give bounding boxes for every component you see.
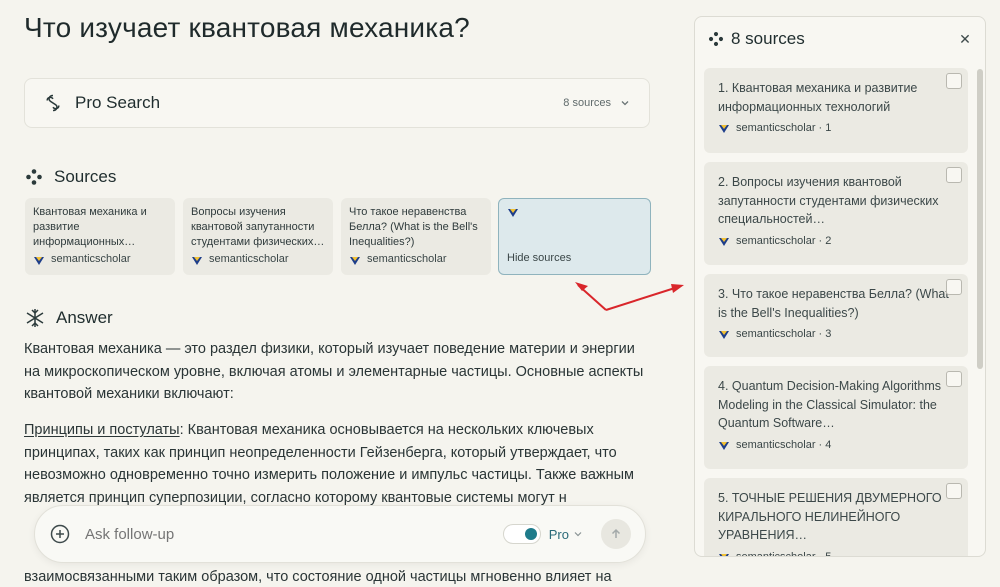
source-checkbox[interactable] [946,371,962,387]
sources-heading-label: Sources [54,167,117,186]
semanticscholar-icon [350,256,360,265]
pro-search-icon [46,94,60,112]
sources-icon [708,31,724,47]
source-list-item[interactable]: 2. Вопросы изучения квантовой запутаннос… [704,162,968,265]
answer-icon [26,309,44,327]
answer-heading-label: Answer [56,308,113,327]
sources-panel: 8 sources ✕ 1. Квантовая механика и разв… [694,16,986,557]
pro-toggle[interactable] [502,524,541,544]
sources-panel-header: 8 sources ✕ [695,17,985,61]
toggle-knob [524,528,537,540]
source-checkbox[interactable] [946,279,962,295]
semanticscholar-icon [192,256,202,265]
source-item-title: 2. Вопросы изучения квантовой запутаннос… [718,175,939,226]
source-list-item[interactable]: 1. Квантовая механика и развитие информа… [704,68,968,153]
arrow-up-icon [611,528,621,538]
source-card[interactable]: Квантовая механика и развитие информацио… [25,198,175,275]
hide-sources-button[interactable]: Hide sources [498,198,651,275]
followup-input[interactable] [85,525,503,543]
page-title: Что изучает квантовая механика? [24,12,470,43]
source-card[interactable]: Что такое неравенства Белла? (What is th… [341,198,491,275]
source-card-meta: semanticscholar [349,252,446,267]
semanticscholar-icon [719,237,729,246]
semanticscholar-icon [508,209,518,217]
chevron-down-icon[interactable] [573,529,583,539]
source-card-title: Вопросы изучения квантовой запутанности … [191,206,325,248]
source-list-item[interactable]: 5. ТОЧНЫЕ РЕШЕНИЯ ДВУМЕРНОГО КИРАЛЬНОГО … [704,478,968,556]
source-card-title: Квантовая механика и развитие информацио… [33,206,147,248]
pro-mode-label[interactable]: Pro [549,527,569,542]
source-item-title: 4. Quantum Decision-Making Algorithms Mo… [718,379,942,430]
answer-term-link[interactable]: Принципы и постулаты [24,422,180,438]
sources-heading: Sources [24,167,116,187]
pro-search-label: Pro Search [75,93,161,112]
submit-button[interactable] [601,519,631,549]
semanticscholar-icon [719,441,729,450]
hide-sources-label: Hide sources [507,252,572,264]
pro-search-bar[interactable]: Pro Search 8 sources [24,78,650,128]
panel-scrollbar[interactable] [977,69,983,369]
semanticscholar-icon [719,125,729,134]
semanticscholar-icon [719,553,729,556]
source-list-item[interactable]: 4. Quantum Decision-Making Algorithms Mo… [704,366,968,469]
source-item-title: 5. ТОЧНЫЕ РЕШЕНИЯ ДВУМЕРНОГО КИРАЛЬНОГО … [718,491,942,542]
sources-icon [26,169,42,185]
source-list-item[interactable]: 3. Что такое неравенства Белла? (What is… [704,274,968,357]
answer-paragraph: Квантовая механика — это раздел физики, … [24,341,644,402]
source-card-meta: semanticscholar [191,252,288,267]
source-item-meta: semanticscholar · 5 [718,548,954,556]
source-item-meta: semanticscholar · 2 [718,232,954,251]
plus-circle-icon[interactable] [49,523,71,545]
semanticscholar-icon [34,256,44,265]
source-item-title: 1. Квантовая механика и развитие информа… [718,81,918,114]
sources-panel-title: 8 sources [731,29,805,48]
source-checkbox[interactable] [946,167,962,183]
source-card-meta: semanticscholar [33,252,130,267]
source-card-title: Что такое неравенства Белла? (What is th… [349,206,478,248]
semanticscholar-icon [719,331,729,340]
source-item-meta: semanticscholar · 3 [718,325,954,344]
pro-search-source-count: 8 sources [563,97,611,109]
answer-paragraph: взаимосвязанными таким образом, что сост… [24,569,612,585]
answer-heading: Answer [24,307,113,329]
hide-sources-label-wrap: Hide sources [507,251,571,266]
source-card[interactable]: Вопросы изучения квантовой запутанности … [183,198,333,275]
source-item-meta: semanticscholar · 4 [718,436,954,455]
close-icon[interactable]: ✕ [957,31,973,48]
source-item-meta: semanticscholar · 1 [718,119,954,138]
followup-bar: Pro [34,505,646,563]
annotation-arrows [575,282,684,311]
source-checkbox[interactable] [946,483,962,499]
chevron-down-icon[interactable] [619,97,631,109]
source-item-title: 3. Что такое неравенства Белла? (What is… [718,287,949,320]
source-checkbox[interactable] [946,73,962,89]
